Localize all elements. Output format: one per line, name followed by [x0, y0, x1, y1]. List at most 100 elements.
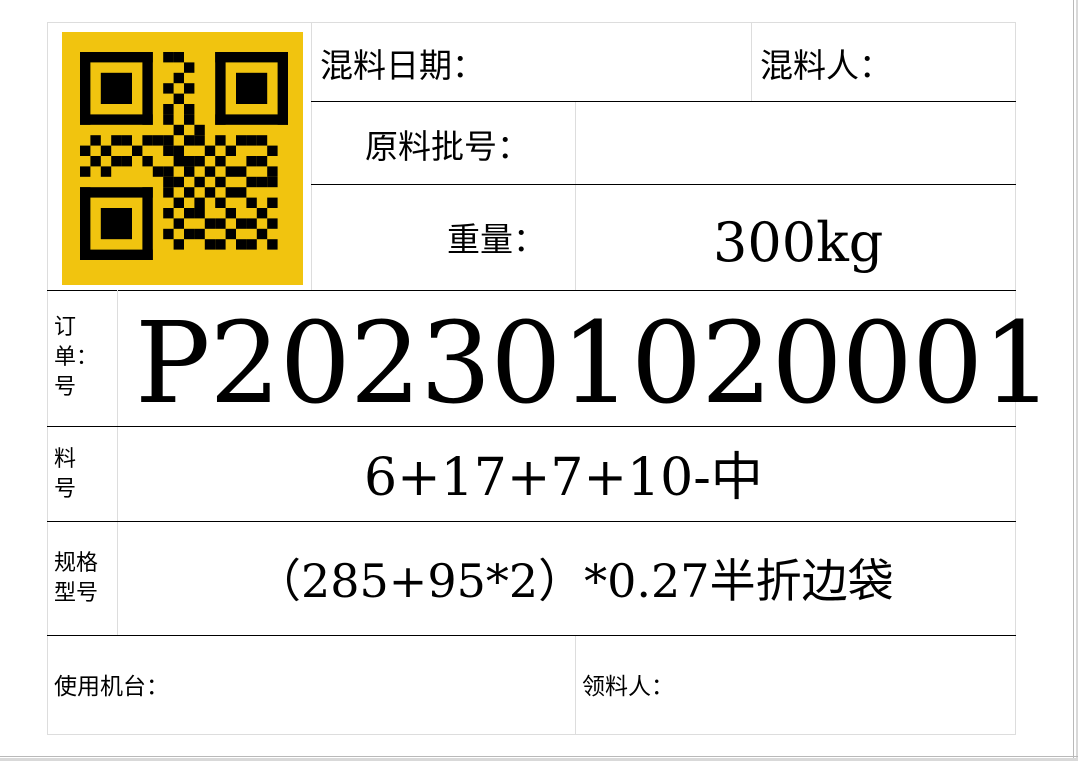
qr-module [246, 197, 257, 208]
table-border-bottom [47, 734, 1016, 735]
grid-line [311, 22, 312, 290]
qr-module [215, 114, 288, 125]
grid-line [311, 101, 1016, 102]
qr-code-graphic [62, 32, 303, 285]
qr-module [236, 166, 247, 177]
qr-module [184, 104, 195, 115]
qr-module [194, 208, 205, 219]
qr-module [215, 197, 226, 208]
qr-module [225, 145, 236, 156]
qr-module [111, 135, 122, 146]
qr-module [163, 176, 174, 188]
order-label-line: 订 [54, 315, 77, 340]
qr-module [80, 145, 91, 156]
qr-module [204, 187, 216, 198]
qr-module [173, 218, 184, 229]
qr-module [152, 135, 164, 146]
qr-module [215, 52, 226, 125]
qr-module [236, 239, 247, 250]
weight-value: 300kg [713, 211, 884, 274]
qr-module [184, 83, 195, 94]
qr-module [246, 239, 257, 250]
spec-label: 规格 型号 [54, 549, 98, 609]
qr-module [277, 52, 288, 125]
qr-module [184, 208, 195, 219]
qr-module [163, 166, 174, 177]
qr-module [267, 145, 278, 156]
qr-module [163, 83, 174, 94]
qr-module [100, 145, 112, 156]
qr-module [194, 176, 205, 188]
grid-line [47, 521, 1016, 522]
qr-module [173, 52, 184, 63]
mixer-label: 混料人： [760, 46, 892, 85]
qr-module [215, 239, 226, 250]
grid-line [311, 184, 1016, 185]
qr-module [80, 52, 91, 125]
qr-module [90, 156, 101, 167]
qr-module [215, 156, 226, 167]
grid-line [47, 635, 1016, 636]
material-label-line: 料 [54, 447, 77, 472]
material-label-line: 号 [54, 477, 77, 502]
qr-module [256, 156, 268, 167]
grid-line [117, 290, 118, 635]
qr-module [246, 135, 257, 146]
order-label-line: 号 [54, 375, 77, 400]
qr-module [267, 166, 278, 177]
qr-module [142, 52, 153, 125]
qr-module [184, 187, 195, 198]
qr-module [184, 166, 195, 177]
table-border-left [47, 22, 48, 735]
qr-module [194, 156, 205, 167]
mixing-date-label: 混料日期： [320, 46, 485, 85]
grid-line [751, 22, 752, 102]
qr-module [163, 208, 174, 219]
spec-value: （285+95*2）*0.27半折边袋 [255, 554, 894, 608]
grid-line [47, 290, 1016, 291]
qr-module [225, 228, 236, 240]
raw-batch-label: 原料批号： [365, 127, 530, 166]
qr-module [184, 135, 195, 146]
qr-module [225, 187, 236, 198]
qr-module [173, 124, 184, 136]
qr-module [80, 187, 153, 198]
qr-module [256, 208, 268, 219]
qr-module [267, 218, 278, 229]
qr-module [236, 218, 247, 229]
qr-module [80, 52, 153, 63]
qr-module [111, 156, 122, 167]
table-border-top [47, 22, 1016, 23]
qr-module [80, 166, 91, 177]
qr-module [184, 156, 195, 167]
qr-module [267, 197, 278, 208]
qr-module [256, 135, 268, 146]
receiver-label: 领料人： [582, 674, 674, 700]
qr-module [236, 187, 247, 198]
qr-module [80, 187, 91, 260]
qr-module [246, 156, 257, 167]
order-label-line: 单： [54, 345, 99, 370]
qr-module [90, 135, 101, 146]
qr-module [194, 228, 205, 240]
qr-module [267, 176, 278, 188]
qr-module [184, 114, 195, 125]
qr-module [204, 145, 216, 156]
qr-module [204, 166, 216, 177]
qr-module [267, 239, 278, 250]
qr-module [163, 135, 174, 146]
qr-module [121, 156, 132, 167]
qr-module [173, 197, 184, 208]
qr-module [163, 114, 174, 125]
qr-module [194, 135, 205, 146]
qr-module [194, 124, 205, 136]
qr-module [204, 218, 216, 229]
qr-module [100, 72, 132, 104]
qr-module [132, 145, 143, 156]
qr-module [236, 135, 247, 146]
qr-module [142, 135, 153, 146]
qr-module [194, 197, 205, 208]
order-label: 订 单： 号 [54, 313, 98, 403]
qr-module [215, 52, 288, 63]
qr-module [142, 187, 153, 260]
